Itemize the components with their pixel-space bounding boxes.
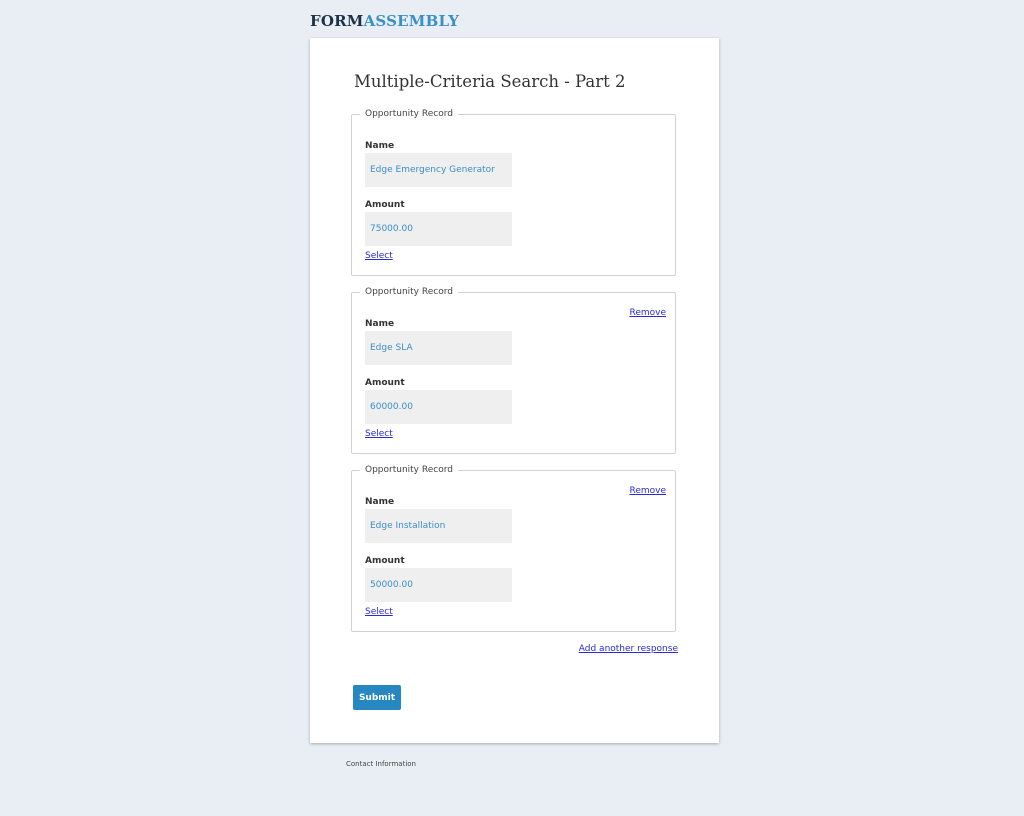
formassembly-logo: FORMASSEMBLY	[310, 12, 459, 30]
logo-assembly-text: ASSEMBLY	[363, 12, 460, 30]
form-card: Multiple-Criteria Search - Part 2 Opport…	[310, 38, 719, 743]
remove-link[interactable]: Remove	[629, 306, 666, 320]
opportunity-record-2: Opportunity Record Remove Name Edge SLA …	[351, 285, 676, 454]
amount-field[interactable]: 60000.00	[365, 390, 512, 424]
opportunity-record-3: Opportunity Record Remove Name Edge Inst…	[351, 463, 676, 632]
record-legend: Opportunity Record	[360, 463, 458, 477]
submit-button[interactable]: Submit	[353, 685, 401, 710]
select-link[interactable]: Select	[365, 427, 393, 441]
record-legend: Opportunity Record	[360, 107, 458, 121]
name-field[interactable]: Edge Emergency Generator	[365, 153, 512, 187]
name-field[interactable]: Edge SLA	[365, 331, 512, 365]
amount-label: Amount	[365, 200, 405, 210]
opportunity-record-1: Opportunity Record Name Edge Emergency G…	[351, 107, 676, 276]
record-legend: Opportunity Record	[360, 285, 458, 299]
amount-field[interactable]: 50000.00	[365, 568, 512, 602]
logo-form-text: FORM	[310, 12, 364, 30]
name-label: Name	[365, 319, 395, 329]
remove-link[interactable]: Remove	[629, 484, 666, 498]
amount-label: Amount	[365, 378, 405, 388]
contact-information-link[interactable]: Contact Information	[346, 759, 416, 769]
name-label: Name	[365, 141, 395, 151]
amount-label: Amount	[365, 556, 405, 566]
select-link[interactable]: Select	[365, 605, 393, 619]
amount-field[interactable]: 75000.00	[365, 212, 512, 246]
add-another-response-link[interactable]: Add another response	[579, 642, 678, 656]
form-title: Multiple-Criteria Search - Part 2	[354, 72, 626, 91]
name-label: Name	[365, 497, 395, 507]
name-field[interactable]: Edge Installation	[365, 509, 512, 543]
select-link[interactable]: Select	[365, 249, 393, 263]
